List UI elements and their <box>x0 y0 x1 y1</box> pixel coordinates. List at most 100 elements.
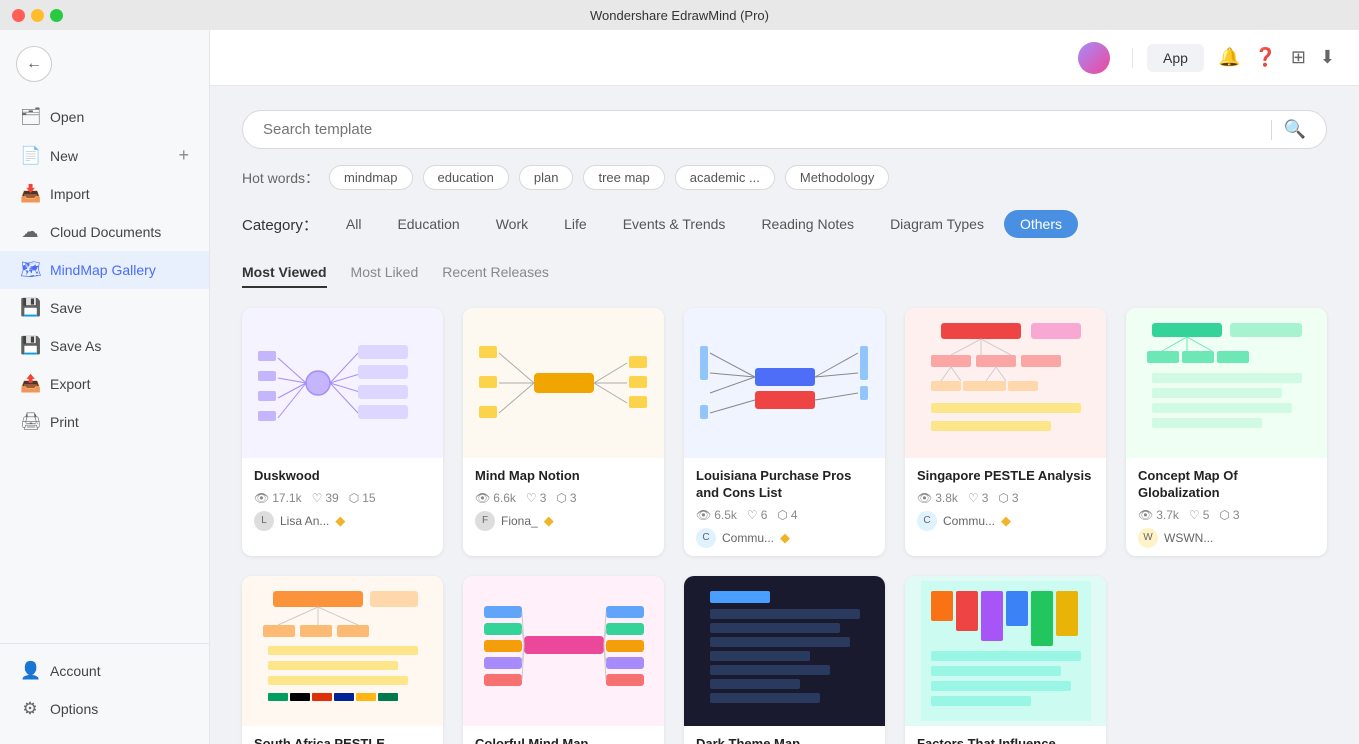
card-title: Concept Map Of Globalization <box>1138 468 1315 502</box>
card-title: Singapore PESTLE Analysis <box>917 468 1094 485</box>
card-title: Colorful Mind Map <box>475 736 652 744</box>
likes-stat: ♡ 39 <box>312 491 339 505</box>
views-stat: 👁 3.7k <box>1138 508 1179 522</box>
back-button[interactable]: ← <box>16 46 52 82</box>
card-thumbnail <box>463 308 664 458</box>
sidebar-item-cloud[interactable]: ☁ Cloud Documents <box>0 213 209 251</box>
sidebar-item-account[interactable]: 👤 Account <box>0 652 209 690</box>
hot-word-education[interactable]: education <box>423 165 509 190</box>
copies-stat: ⬡ 4 <box>777 508 797 522</box>
open-icon: 🗂 <box>20 107 40 127</box>
app-button[interactable]: App <box>1147 44 1204 72</box>
template-card-notion[interactable]: Mind Map Notion 👁 6.6k ♡ 3 ⬡ 3 F Fiona_ … <box>463 308 664 556</box>
question-icon[interactable]: ❓ <box>1254 47 1276 68</box>
sidebar-item-export[interactable]: 📤 Export <box>0 365 209 403</box>
sidebar-bottom: 👤 Account ⚙ Options <box>0 643 209 744</box>
card-thumbnail <box>242 576 443 726</box>
view-tabs: Most Viewed Most Liked Recent Releases <box>242 258 1327 288</box>
grid-icon[interactable]: ⊞ <box>1291 47 1306 68</box>
close-button[interactable] <box>12 9 25 22</box>
search-input[interactable] <box>263 121 1259 138</box>
download-cloud-icon[interactable]: ⬇ <box>1320 47 1335 68</box>
hot-word-mindmap[interactable]: mindmap <box>329 165 412 190</box>
author-name: Lisa An... <box>280 514 329 528</box>
hot-word-plan[interactable]: plan <box>519 165 574 190</box>
card-title: Louisiana Purchase Pros and Cons List <box>696 468 873 502</box>
sidebar-nav: 🗂 Open 📄 New + 📥 Import ☁ Cloud Document… <box>0 90 209 643</box>
content-area: App 🔔 ❓ ⊞ ⬇ 🔍 Hot words： mindmap educati… <box>210 30 1359 744</box>
template-card-factors[interactable]: Factors That Influence 👁 2.5k ♡ 3 ⬡ 2 C … <box>905 576 1106 744</box>
template-card-sa-pestle[interactable]: South Africa PESTLE Analysis 👁 3.2k ♡ 2 … <box>242 576 443 744</box>
copies-stat: ⬡ 15 <box>349 491 376 505</box>
topbar-separator <box>1132 48 1133 68</box>
sidebar-item-save-as[interactable]: 💾 Save As <box>0 327 209 365</box>
verified-badge: ◆ <box>780 530 790 546</box>
back-arrow-icon: ← <box>26 55 42 73</box>
category-label: Category： <box>242 214 318 235</box>
copies-stat: ⬡ 3 <box>998 491 1018 505</box>
copies-stat: ⬡ 3 <box>1219 508 1239 522</box>
category-events[interactable]: Events & Trends <box>607 210 742 238</box>
category-row: Category： All Education Work Life Events… <box>242 210 1327 238</box>
sidebar-item-import[interactable]: 📥 Import <box>0 175 209 213</box>
card-title: Dark Theme Map <box>696 736 873 744</box>
hot-words: Hot words： mindmap education plan tree m… <box>242 165 1327 190</box>
views-stat: 👁 6.6k <box>475 491 516 505</box>
search-button[interactable]: 🔍 <box>1284 119 1306 140</box>
category-others[interactable]: Others <box>1004 210 1078 238</box>
category-life[interactable]: Life <box>548 210 603 238</box>
minimize-button[interactable] <box>31 9 44 22</box>
template-card-dark[interactable]: Dark Theme Map 👁 2.7k ♡ 3 ⬡ 2 C Commu... <box>684 576 885 744</box>
card-thumbnail <box>905 308 1106 458</box>
card-body: Duskwood 👁 17.1k ♡ 39 ⬡ 15 L Lisa An... … <box>242 458 443 539</box>
template-card-singapore[interactable]: Singapore PESTLE Analysis 👁 3.8k ♡ 3 ⬡ 3… <box>905 308 1106 556</box>
card-body: Singapore PESTLE Analysis 👁 3.8k ♡ 3 ⬡ 3… <box>905 458 1106 539</box>
category-all[interactable]: All <box>330 210 378 238</box>
card-body: Factors That Influence 👁 2.5k ♡ 3 ⬡ 2 C … <box>905 726 1106 744</box>
sidebar-item-options[interactable]: ⚙ Options <box>0 690 209 728</box>
tab-most-liked[interactable]: Most Liked <box>351 258 419 288</box>
card-author: C Commu... ◆ <box>696 528 873 548</box>
new-icon: 📄 <box>20 146 40 166</box>
sidebar-item-label: Import <box>50 186 189 202</box>
import-icon: 📥 <box>20 184 40 204</box>
card-stats: 👁 6.5k ♡ 6 ⬡ 4 <box>696 508 873 522</box>
add-icon[interactable]: + <box>178 145 189 166</box>
card-author: F Fiona_ ◆ <box>475 511 652 531</box>
hot-word-treemap[interactable]: tree map <box>583 165 664 190</box>
sidebar-item-save[interactable]: 💾 Save <box>0 289 209 327</box>
author-avatar: C <box>917 511 937 531</box>
user-avatar-top[interactable] <box>1078 42 1110 74</box>
save-as-icon: 💾 <box>20 336 40 356</box>
template-card-globalization[interactable]: Concept Map Of Globalization 👁 3.7k ♡ 5 … <box>1126 308 1327 556</box>
cloud-icon: ☁ <box>20 222 40 242</box>
sidebar-item-mindmap-gallery[interactable]: 🗺 MindMap Gallery <box>0 251 209 289</box>
card-stats: 👁 3.7k ♡ 5 ⬡ 3 <box>1138 508 1315 522</box>
card-author: W WSWN... <box>1138 528 1315 548</box>
bell-icon[interactable]: 🔔 <box>1218 47 1240 68</box>
gallery-content: 🔍 Hot words： mindmap education plan tree… <box>210 86 1359 744</box>
hot-word-methodology[interactable]: Methodology <box>785 165 889 190</box>
hot-word-academic[interactable]: academic ... <box>675 165 775 190</box>
template-card-duskwood[interactable]: Duskwood 👁 17.1k ♡ 39 ⬡ 15 L Lisa An... … <box>242 308 443 556</box>
maximize-button[interactable] <box>50 9 63 22</box>
card-body: Dark Theme Map 👁 2.7k ♡ 3 ⬡ 2 C Commu... <box>684 726 885 744</box>
sidebar-item-label: Cloud Documents <box>50 224 189 240</box>
tab-most-viewed[interactable]: Most Viewed <box>242 258 327 288</box>
category-work[interactable]: Work <box>480 210 544 238</box>
sidebar-item-new[interactable]: 📄 New + <box>0 136 209 175</box>
template-card-colorful[interactable]: Colorful Mind Map 👁 2.9k ♡ 4 ⬡ 4 F Fiona… <box>463 576 664 744</box>
card-thumbnail <box>684 576 885 726</box>
print-icon: 🖨 <box>20 412 40 432</box>
category-diagram[interactable]: Diagram Types <box>874 210 1000 238</box>
sidebar-item-open[interactable]: 🗂 Open <box>0 98 209 136</box>
window-title: Wondershare EdrawMind (Pro) <box>590 8 769 23</box>
sidebar-item-label: Save <box>50 300 189 316</box>
likes-stat: ♡ 3 <box>526 491 546 505</box>
template-card-louisiana[interactable]: Louisiana Purchase Pros and Cons List 👁 … <box>684 308 885 556</box>
author-name: Commu... <box>943 514 995 528</box>
category-education[interactable]: Education <box>381 210 475 238</box>
category-reading[interactable]: Reading Notes <box>745 210 870 238</box>
tab-recent[interactable]: Recent Releases <box>442 258 549 288</box>
sidebar-item-print[interactable]: 🖨 Print <box>0 403 209 441</box>
